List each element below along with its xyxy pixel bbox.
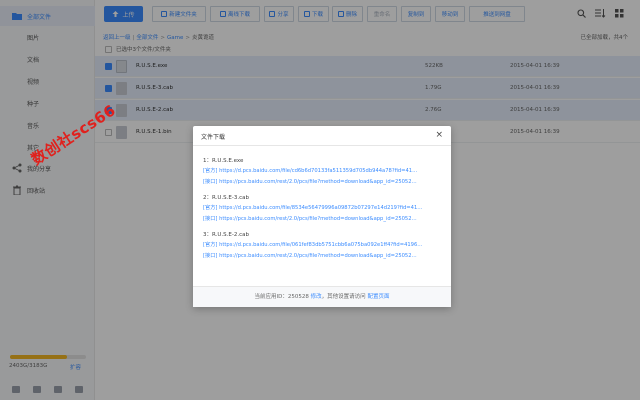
dialog-body: 1：R.U.S.E.exe [官方] https://d.pcs.baidu.c… (193, 147, 451, 285)
dialog-footer: 当前应用ID：250528 修改，其他设置请访问 配置页面 (193, 286, 451, 307)
download-file-title: 3：R.U.S.E-2.cab (203, 232, 249, 238)
close-icon[interactable]: × (435, 130, 443, 140)
api-link[interactable]: [接口] https://pcs.baidu.com/rest/2.0/pcs/… (203, 214, 441, 225)
modify-link[interactable]: 修改 (311, 294, 322, 300)
download-file-title: 1：R.U.S.E.exe (203, 158, 244, 164)
official-link[interactable]: [官方] https://d.pcs.baidu.com/file/cd6b6d… (203, 166, 441, 177)
dialog-header: 文件下载 × (193, 126, 451, 146)
api-link[interactable]: [接口] https://pcs.baidu.com/rest/2.0/pcs/… (203, 251, 441, 262)
api-link[interactable]: [接口] https://pcs.baidu.com/rest/2.0/pcs/… (203, 177, 441, 188)
footer-mid-text: ，其他设置请访问 (321, 294, 366, 300)
official-link[interactable]: [官方] https://d.pcs.baidu.com/file/8534e5… (203, 203, 441, 214)
download-file-title: 2：R.U.S.E-3.cab (203, 195, 249, 201)
download-group: 2：R.U.S.E-3.cab [官方] https://d.pcs.baidu… (203, 194, 441, 225)
download-group: 1：R.U.S.E.exe [官方] https://d.pcs.baidu.c… (203, 157, 441, 188)
config-page-link[interactable]: 配置页面 (367, 294, 389, 300)
official-link[interactable]: [官方] https://d.pcs.baidu.com/file/061fef… (203, 240, 441, 251)
app-id-text: 当前应用ID：250528 (254, 294, 309, 300)
dialog-title: 文件下载 (201, 134, 226, 141)
download-dialog: 文件下载 × 1：R.U.S.E.exe [官方] https://d.pcs.… (193, 126, 451, 307)
download-group: 3：R.U.S.E-2.cab [官方] https://d.pcs.baidu… (203, 231, 441, 262)
